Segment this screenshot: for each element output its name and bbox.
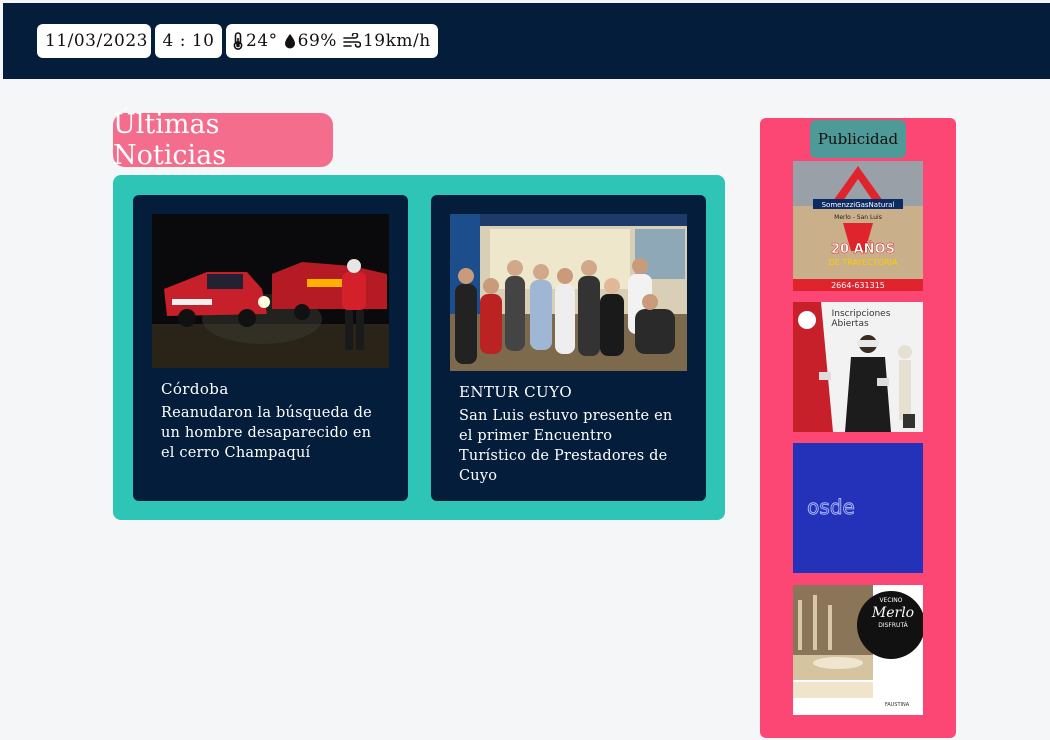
news-card[interactable]: ENTUR CUYO San Luis estuvo presente en e… [431,195,706,501]
ad-banner[interactable]: VECINO Merlo DISFRUTÁ FAUSTINA [793,585,923,715]
wind-icon [343,33,361,49]
humidity-value: 69% [297,31,337,51]
news-photo[interactable] [450,214,687,371]
ad-phone: 2664-631315 [831,281,885,290]
news-card[interactable]: Córdoba Reanudaron la búsqueda de un hom… [133,195,408,501]
ads-sidebar: Publicidad SomenzziGasNatural Merlo - Sa… [760,118,956,738]
news-category: ENTUR CUYO [459,383,573,401]
ad-banner[interactable]: SomenzziGasNatural Merlo - San Luis 20 A… [793,161,923,291]
ad-heading2: Abiertas [831,319,869,329]
ad-line3: DISFRUTÁ [878,622,908,629]
ad-line1: VECINO [879,597,902,604]
thermometer-icon [232,32,244,50]
news-panel: Córdoba Reanudaron la búsqueda de un hom… [113,175,725,520]
news-headline[interactable]: Reanudaron la búsqueda de un hombre desa… [161,403,386,463]
ad-banner[interactable]: Inscripciones Abiertas [793,302,923,432]
ad-sub: Merlo - San Luis [834,214,882,221]
ad-banner[interactable]: osde [793,443,923,573]
ad-tagline: 20 AÑOS [831,241,895,257]
time-display: 4 : 10 [155,24,222,58]
top-bar: 11/03/2023 4 : 10 24° 69% 19km/h [3,3,1050,79]
ad-heading: Inscripciones [832,309,891,319]
news-section-title: Últimas Noticias [113,109,333,171]
news-category: Córdoba [161,380,229,398]
ads-title: Publicidad [810,120,906,158]
droplet-icon [284,33,296,49]
ad-footer: FAUSTINA [885,702,910,708]
ad-line2: Merlo [871,605,914,621]
news-headline[interactable]: San Luis estuvo presente en el primer En… [459,406,684,486]
weather-widget: 24° 69% 19km/h [226,24,438,58]
date-display: 11/03/2023 [37,24,151,58]
temperature-value: 24° [246,31,278,51]
ad-brand: SomenzziGasNatural [822,201,895,209]
wind-value: 19km/h [362,31,431,51]
ad-tagline2: DE TRAYECTORIA [829,258,898,267]
ad-brand: osde [807,495,855,519]
news-photo[interactable] [152,214,389,368]
